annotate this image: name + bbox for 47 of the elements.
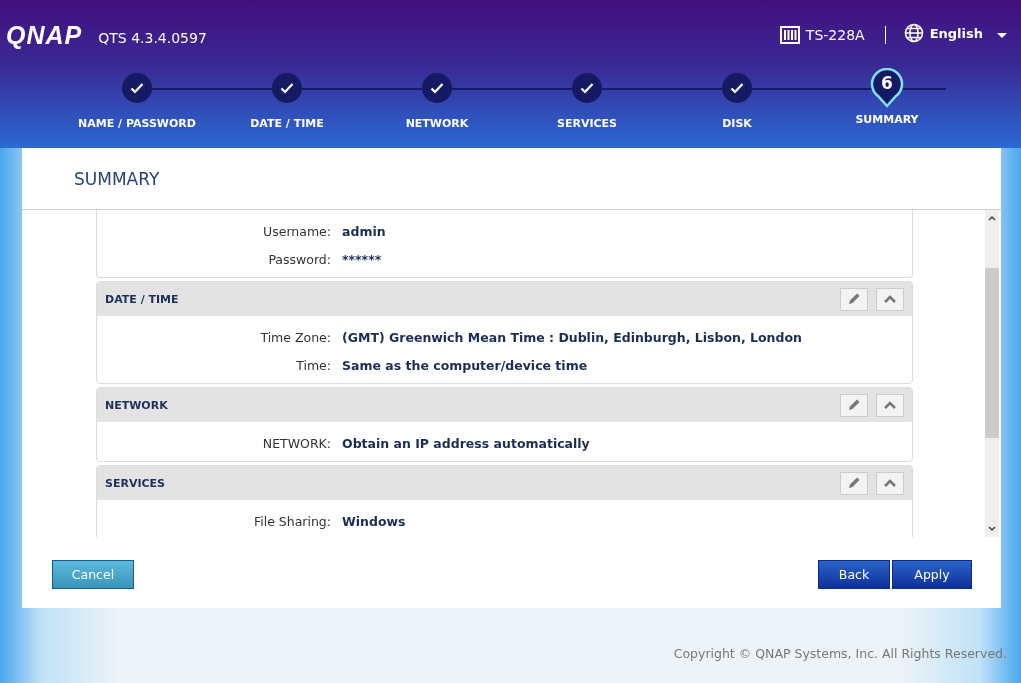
edit-button[interactable]: [840, 471, 868, 495]
device-model: TS-228A: [805, 27, 865, 43]
nas-device-icon: [779, 26, 800, 44]
field-label: Password:: [267, 251, 332, 267]
brand-logo: QNAP: [6, 20, 83, 50]
step-label: SUMMARY: [855, 113, 919, 126]
firmware-version: QTS 4.3.4.0597: [98, 30, 207, 46]
back-button[interactable]: Back: [818, 560, 890, 589]
pencil-icon: [847, 292, 861, 306]
scroll-down-icon[interactable]: [988, 526, 996, 532]
collapse-button[interactable]: [876, 393, 904, 417]
section-title: SERVICES: [105, 476, 167, 490]
current-step-marker: 6: [870, 68, 904, 108]
chevron-up-icon: [884, 401, 896, 409]
field-value: admin: [342, 223, 386, 239]
step-label: NAME / PASSWORD: [78, 117, 196, 130]
field-label: Time Zone:: [259, 329, 332, 345]
step-label: DISK: [722, 117, 752, 130]
pencil-icon: [847, 398, 861, 412]
field-label: Time:: [295, 357, 332, 373]
apply-button[interactable]: Apply: [892, 560, 972, 589]
scroll-up-icon[interactable]: [988, 215, 996, 221]
caret-icon[interactable]: [997, 33, 1007, 39]
field-value: ******: [342, 251, 382, 267]
chevron-up-icon: [884, 295, 896, 303]
collapse-button[interactable]: [876, 287, 904, 311]
collapse-button[interactable]: [876, 471, 904, 495]
edit-button[interactable]: [840, 287, 868, 311]
chevron-up-icon: [884, 479, 896, 487]
field-value: (GMT) Greenwich Mean Time : Dublin, Edinburgh, Lisbon, London: [342, 329, 802, 345]
step-label: SERVICES: [557, 117, 617, 130]
section-title: NETWORK: [105, 398, 169, 412]
field-value: Windows: [342, 513, 406, 529]
field-label: File Sharing:: [252, 513, 332, 529]
step-label: DATE / TIME: [250, 117, 324, 130]
language-selector[interactable]: English: [929, 25, 983, 41]
panel-title: SUMMARY: [22, 148, 1001, 210]
field-value: Obtain an IP address automatically: [342, 435, 590, 451]
field-label: NETWORK:: [261, 435, 332, 451]
edit-button[interactable]: [840, 393, 868, 417]
section-title: DATE / TIME: [105, 292, 180, 306]
pencil-icon: [847, 476, 861, 490]
globe-icon[interactable]: [903, 23, 924, 43]
field-label: Username:: [262, 223, 332, 239]
step-label: NETWORK: [405, 117, 469, 130]
scrollbar[interactable]: [985, 210, 999, 537]
field-value: Same as the computer/device time: [342, 357, 588, 373]
